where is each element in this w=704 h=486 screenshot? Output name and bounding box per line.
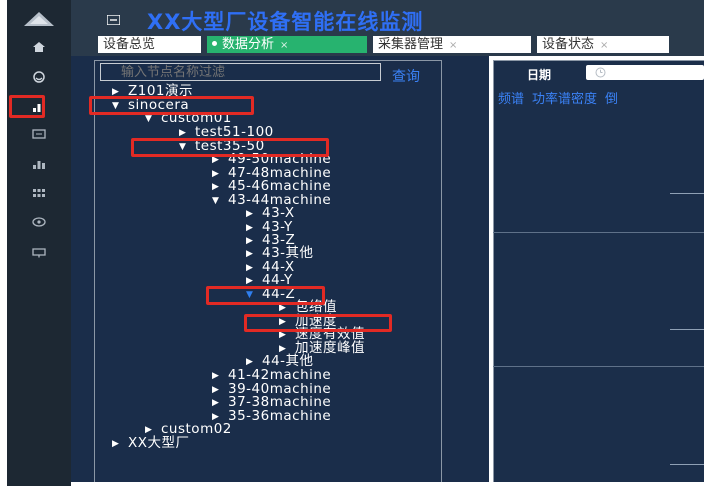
date-label: 日期	[527, 68, 552, 82]
sidebar-item-grid[interactable]	[7, 182, 71, 204]
tab-data-analysis[interactable]: 数据分析 ×	[207, 36, 367, 53]
sidebar-item-home[interactable]	[7, 36, 71, 58]
close-icon[interactable]: ×	[600, 40, 608, 51]
home-icon	[33, 42, 45, 52]
axis-line	[670, 193, 704, 194]
highlight-box	[9, 95, 45, 118]
sidebar-item-collector[interactable]	[7, 123, 71, 145]
sidebar-item-screen[interactable]	[7, 242, 71, 264]
grid-icon	[33, 189, 45, 197]
sidebar-item-monitor[interactable]	[7, 211, 71, 233]
close-icon[interactable]: ×	[449, 40, 457, 51]
tab-cepstrum[interactable]: 倒	[605, 92, 618, 107]
tab-psd[interactable]: 功率谱密度	[532, 92, 597, 107]
logo	[7, 0, 71, 38]
query-button[interactable]: 查询	[392, 66, 420, 86]
bar-chart-icon	[33, 161, 45, 169]
tab-label: 设备总览	[103, 37, 156, 52]
highlight-box	[244, 314, 392, 332]
tab-collector-management[interactable]: 采集器管理 ×	[373, 36, 531, 53]
tab-label: 采集器管理	[378, 37, 444, 52]
axis-line	[670, 329, 704, 330]
bottom-edge	[71, 482, 704, 486]
caret-right-icon[interactable]: ▶	[212, 181, 224, 194]
clock-icon	[595, 67, 606, 78]
tab-label: 数据分析	[222, 37, 275, 52]
highlight-box	[131, 138, 329, 157]
screen-icon	[32, 248, 46, 258]
caret-right-icon[interactable]: ▶	[212, 370, 224, 383]
caret-down-icon[interactable]: ▼	[212, 195, 224, 208]
dashboard-icon	[33, 71, 45, 83]
tree-node-label: 35-36machine	[228, 408, 332, 424]
sidebar-rail	[7, 0, 71, 486]
tab-label: 设备状态	[542, 37, 595, 52]
analysis-tabs: 频谱 功率谱密度倒	[498, 88, 626, 107]
tree-node[interactable]: ▶ XX大型厂	[112, 435, 190, 451]
caret-right-icon[interactable]: ▶	[246, 248, 258, 261]
tree-node-label: XX大型厂	[128, 435, 190, 451]
analysis-panel	[493, 60, 704, 486]
menu-icon[interactable]	[107, 15, 120, 25]
sidebar-item-dashboard[interactable]	[7, 66, 71, 88]
app-title: XX大型厂设备智能在线监测	[147, 10, 424, 34]
active-dot-icon	[212, 41, 217, 46]
tab-spectrum[interactable]: 频谱	[498, 92, 524, 107]
logo-icon	[24, 12, 54, 26]
divider	[493, 232, 704, 233]
highlight-box	[206, 286, 325, 305]
close-icon[interactable]: ×	[280, 40, 288, 51]
eye-icon	[32, 217, 46, 227]
sidebar-item-statistics[interactable]	[7, 153, 71, 175]
tab-device-overview[interactable]: 设备总览	[98, 36, 201, 53]
date-picker-input[interactable]	[586, 65, 704, 80]
divider	[493, 366, 704, 367]
caret-right-icon[interactable]: ▶	[112, 438, 124, 451]
axis-line	[670, 464, 704, 465]
device-icon	[32, 129, 46, 139]
caret-right-icon[interactable]: ▶	[246, 208, 258, 221]
node-filter-input[interactable]	[100, 63, 381, 81]
tab-device-status[interactable]: 设备状态 ×	[537, 36, 669, 53]
highlight-box	[89, 96, 254, 115]
caret-right-icon[interactable]: ▶	[212, 397, 224, 410]
